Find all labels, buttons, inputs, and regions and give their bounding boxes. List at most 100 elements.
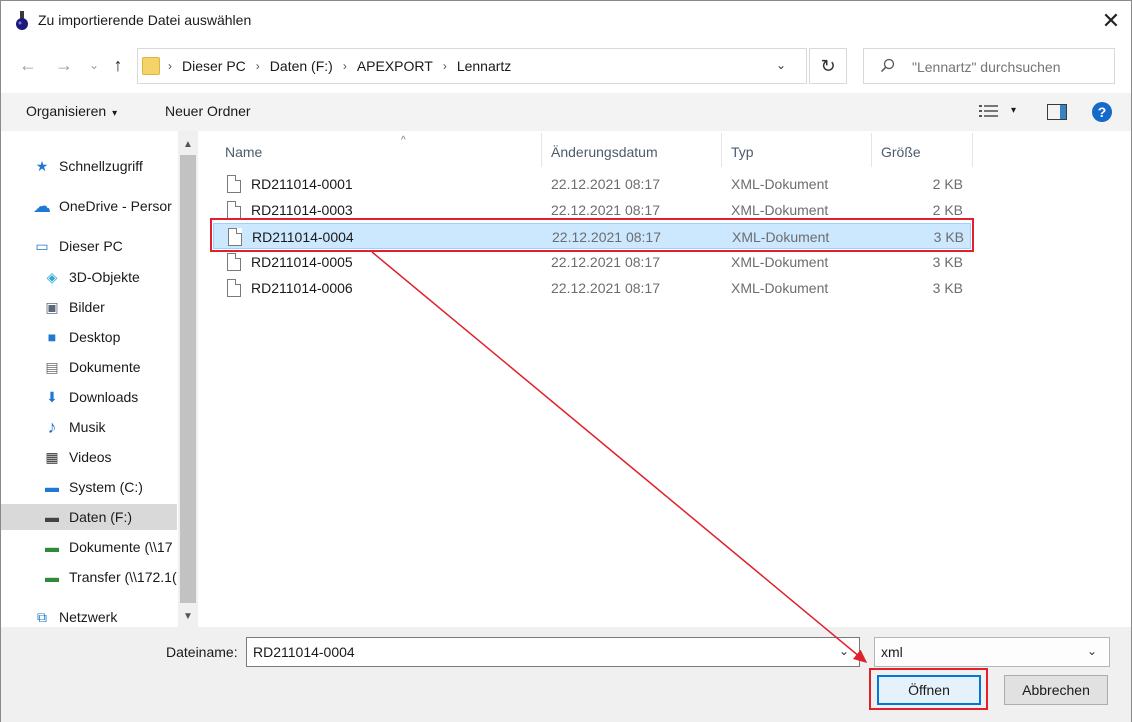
filename-dropdown-icon[interactable]: ⌄ — [839, 644, 849, 658]
open-button[interactable]: Öffnen — [877, 675, 981, 705]
sidebar-item-videos[interactable]: ▦ Videos — [43, 444, 177, 470]
details-view-icon[interactable] — [979, 104, 999, 118]
help-icon[interactable]: ? — [1092, 102, 1112, 122]
file-type: XML-Dokument — [732, 229, 830, 245]
view-options-caret-icon[interactable]: ▾ — [1011, 105, 1016, 116]
help-glyph: ? — [1097, 104, 1107, 120]
breadcrumb-item-apexport[interactable]: APEXPORT — [357, 58, 433, 74]
column-header-date[interactable]: Änderungsdatum — [551, 137, 721, 167]
breadcrumb-separator[interactable]: › — [343, 59, 347, 73]
column-header-label: Größe — [881, 144, 921, 160]
refresh-icon: ↻ — [820, 55, 836, 76]
breadcrumb-separator[interactable]: › — [256, 59, 260, 73]
star-icon: ★ — [35, 157, 49, 174]
sidebar-item-data-drive[interactable]: ▬ Daten (F:) — [1, 504, 177, 530]
file-name: RD211014-0003 — [251, 202, 353, 218]
column-header-size[interactable]: Größe — [881, 137, 971, 167]
forward-arrow-icon: → — [55, 54, 73, 75]
column-divider[interactable] — [871, 133, 872, 167]
breadcrumb-separator: › — [168, 59, 172, 73]
chevron-down-icon: ⌄ — [1087, 644, 1098, 658]
cancel-button[interactable]: Abbrechen — [1004, 675, 1108, 705]
file-row[interactable]: RD211014-0003 22.12.2021 08:17 XML-Dokum… — [213, 197, 971, 223]
new-folder-button[interactable]: Neuer Ordner — [165, 103, 251, 119]
file-row[interactable]: RD211014-0006 22.12.2021 08:17 XML-Dokum… — [213, 275, 971, 301]
sidebar-item-label: Netzwerk — [59, 609, 118, 625]
document-icon — [228, 228, 242, 246]
system-drive-icon: ▬ — [45, 479, 59, 495]
network-drive-icon: ▬ — [45, 539, 59, 555]
column-header-label: Typ — [731, 144, 754, 160]
sidebar-item-pictures[interactable]: ▣ Bilder — [43, 294, 177, 320]
file-size: 2 KB — [932, 176, 963, 192]
address-bar[interactable]: › Dieser PC › Daten (F:) › APEXPORT › Le… — [137, 48, 807, 84]
sidebar-item-documents[interactable]: ▤ Dokumente — [43, 354, 177, 380]
scroll-down-icon[interactable]: ▼ — [178, 607, 198, 625]
sidebar-item-music[interactable]: ♪ Musik — [43, 414, 177, 440]
recent-locations-button[interactable]: ⌄ — [83, 53, 105, 77]
file-date: 22.12.2021 08:17 — [552, 229, 661, 245]
search-input[interactable] — [912, 57, 1110, 77]
sidebar-item-label: Dokumente — [69, 359, 141, 375]
cloud-icon: ☁ — [33, 195, 51, 216]
back-arrow-icon: ← — [19, 54, 37, 75]
file-name: RD211014-0004 — [252, 229, 354, 245]
filename-input[interactable] — [253, 643, 823, 661]
sidebar-item-label: Downloads — [69, 389, 139, 405]
file-row[interactable]: RD211014-0001 22.12.2021 08:17 XML-Dokum… — [213, 171, 971, 197]
sidebar-item-system-drive[interactable]: ▬ System (C:) — [43, 474, 177, 500]
file-size: 3 KB — [932, 254, 963, 270]
sidebar-item-desktop[interactable]: ■ Desktop — [43, 324, 177, 350]
sidebar-item-network-documents[interactable]: ▬ Dokumente (\\17 — [43, 534, 177, 560]
sidebar-scrollbar[interactable]: ▲ ▼ — [178, 131, 198, 627]
file-type: XML-Dokument — [731, 280, 829, 296]
forward-button[interactable]: → — [53, 53, 75, 77]
breadcrumb-separator[interactable]: › — [443, 59, 447, 73]
app-flask-icon — [16, 11, 28, 30]
file-type: XML-Dokument — [731, 202, 829, 218]
refresh-button[interactable]: ↻ — [809, 48, 847, 84]
back-button[interactable]: ← — [17, 53, 39, 77]
sidebar-item-onedrive[interactable]: ☁ OneDrive - Persor — [33, 193, 177, 219]
chevron-down-icon: ⌄ — [88, 58, 100, 72]
sidebar-item-quick-access[interactable]: ★ Schnellzugriff — [33, 153, 177, 179]
file-row[interactable]: RD211014-0005 22.12.2021 08:17 XML-Dokum… — [213, 249, 971, 275]
document-icon — [227, 201, 241, 219]
breadcrumb-item-lennartz[interactable]: Lennartz — [457, 58, 511, 74]
sidebar-item-label: Schnellzugriff — [59, 158, 143, 174]
file-size: 2 KB — [932, 202, 963, 218]
column-header-name[interactable]: Name ^ — [225, 135, 541, 167]
filename-field[interactable]: ⌄ — [246, 637, 860, 667]
column-header-label: Name — [225, 144, 263, 160]
close-button[interactable]: ✕ — [1091, 5, 1131, 37]
organize-menu-button[interactable]: Organisieren ▾ — [26, 103, 117, 119]
pictures-icon: ▣ — [45, 298, 59, 315]
column-divider[interactable] — [541, 133, 542, 167]
column-divider[interactable] — [972, 133, 973, 167]
scroll-thumb[interactable] — [180, 155, 196, 603]
close-icon: ✕ — [1101, 8, 1121, 33]
column-divider[interactable] — [721, 133, 722, 167]
file-row-selected[interactable]: RD211014-0004 22.12.2021 08:17 XML-Dokum… — [213, 223, 971, 249]
documents-icon: ▤ — [45, 358, 59, 375]
new-folder-label: Neuer Ordner — [165, 103, 251, 119]
sidebar-item-network-transfer[interactable]: ▬ Transfer (\\172.1( — [43, 564, 177, 590]
search-box[interactable] — [863, 48, 1115, 84]
sidebar-item-3d-objects[interactable]: ◈ 3D-Objekte — [43, 264, 177, 290]
breadcrumb-item-dieser-pc[interactable]: Dieser PC — [182, 58, 246, 74]
sidebar-item-downloads[interactable]: ⬇ Downloads — [43, 384, 177, 410]
column-header-type[interactable]: Typ — [731, 137, 871, 167]
preview-pane-icon[interactable] — [1047, 104, 1067, 120]
filename-panel: Dateiname: ⌄ xml ⌄ Öffnen Abbrechen — [1, 627, 1131, 722]
sidebar-item-label: Bilder — [69, 299, 105, 315]
file-name: RD211014-0005 — [251, 254, 353, 270]
file-date: 22.12.2021 08:17 — [551, 280, 660, 296]
scroll-up-icon[interactable]: ▲ — [178, 135, 198, 153]
up-button[interactable]: ↑ — [107, 53, 129, 77]
filetype-select[interactable]: xml ⌄ — [874, 637, 1110, 667]
music-icon: ♪ — [47, 416, 57, 437]
address-dropdown-icon[interactable]: ⌄ — [776, 58, 786, 72]
sidebar-item-this-pc[interactable]: ▭ Dieser PC — [33, 233, 177, 259]
file-date: 22.12.2021 08:17 — [551, 202, 660, 218]
breadcrumb-item-daten[interactable]: Daten (F:) — [270, 58, 333, 74]
